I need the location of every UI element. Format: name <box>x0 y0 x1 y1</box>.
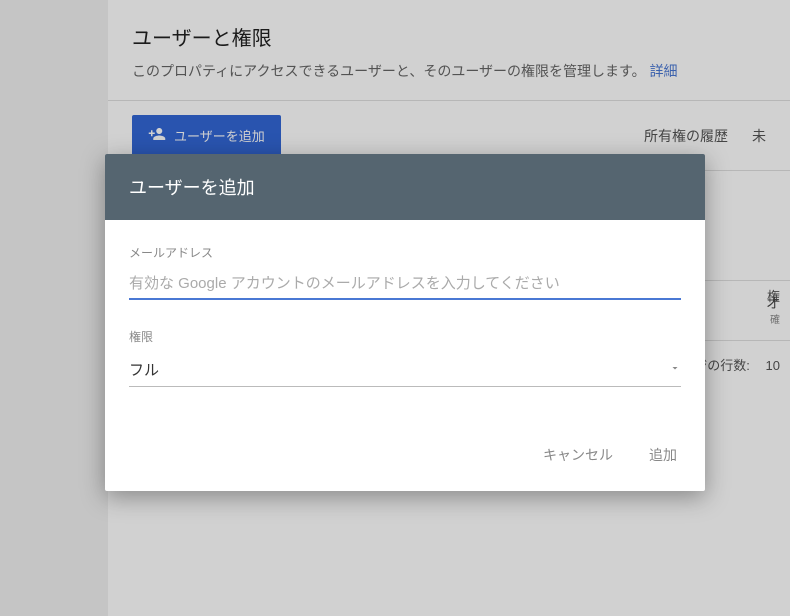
add-button[interactable]: 追加 <box>645 439 681 471</box>
dialog-title: ユーザーを追加 <box>105 154 705 220</box>
email-field-group: メールアドレス <box>129 244 681 300</box>
email-input[interactable] <box>129 269 681 300</box>
permission-value: フル <box>129 359 159 380</box>
permission-label: 権限 <box>129 328 681 345</box>
dialog-body: メールアドレス 権限 フル <box>105 220 705 423</box>
permission-field-group: 権限 フル <box>129 328 681 387</box>
add-user-dialog: ユーザーを追加 メールアドレス 権限 フル キャンセル 追加 <box>105 154 705 491</box>
chevron-down-icon <box>669 361 681 379</box>
email-label: メールアドレス <box>129 244 681 261</box>
cancel-button[interactable]: キャンセル <box>539 439 617 471</box>
dialog-actions: キャンセル 追加 <box>105 423 705 491</box>
permission-select[interactable]: フル <box>129 353 681 387</box>
